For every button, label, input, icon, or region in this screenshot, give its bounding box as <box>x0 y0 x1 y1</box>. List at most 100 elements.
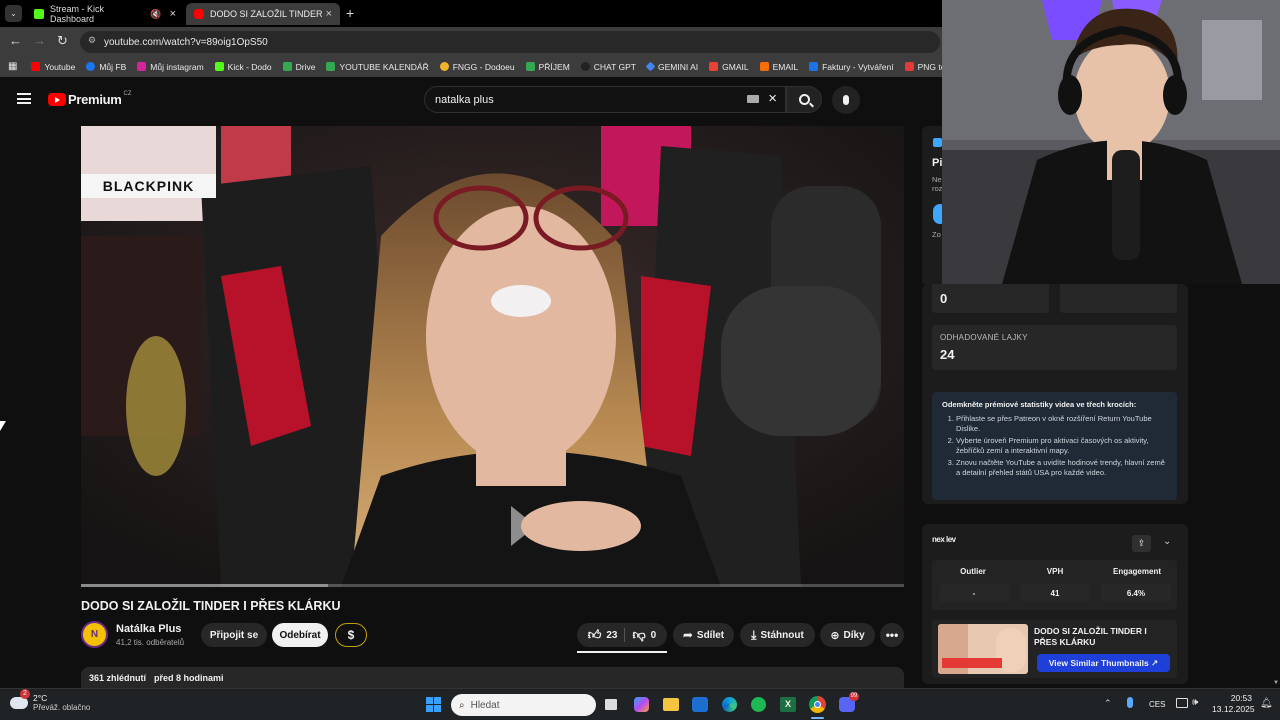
video-player[interactable]: BLACKPINK <box>81 126 904 587</box>
metric-header-engagement: Engagement <box>1112 567 1161 576</box>
metric-header-vph: VPH <box>1046 567 1064 576</box>
bookmark-kick[interactable]: Kick - Dodo <box>214 62 272 72</box>
thumbs-down-icon: 👎︎ <box>632 627 646 642</box>
tray-mic-icon[interactable] <box>1127 697 1133 708</box>
address-input[interactable]: ⚙ youtube.com/watch?v=89oig1OpS50 <box>80 31 940 53</box>
apps-icon[interactable]: ▦ <box>8 61 17 72</box>
gmail-icon <box>709 62 719 71</box>
subscribe-button[interactable]: Odebírat <box>272 623 328 647</box>
description-box[interactable]: 361 zhlédnutí před 8 hodinami <box>81 667 904 688</box>
channel-name[interactable]: Natálka Plus <box>116 623 181 635</box>
windows-start-icon[interactable] <box>426 697 441 712</box>
thanks-button[interactable]: ⊕ Díky <box>820 623 875 647</box>
partial-blue-button[interactable] <box>933 204 942 224</box>
weather-badge: 2 <box>20 689 30 699</box>
bookmark-fngg[interactable]: FNGG - Dodoeu <box>439 61 515 72</box>
collapse-chevron-icon[interactable]: ⌄ <box>1163 536 1171 547</box>
like-count: 23 <box>606 629 618 641</box>
likes-estimate-value: 24 <box>940 347 955 362</box>
volume-icon[interactable]: 🕪︎ <box>1192 697 1198 708</box>
page-scrollbar[interactable]: ▼ <box>1272 284 1280 688</box>
email-icon <box>759 62 769 71</box>
partial-line-1: Ne <box>932 175 942 184</box>
bookmark-label: FNGG - Dodoeu <box>452 61 515 72</box>
notification-bell-icon[interactable]: 🔔︎ <box>1260 698 1273 709</box>
close-icon[interactable]: × <box>326 8 332 20</box>
dislike-button[interactable]: 👎︎ 0 <box>632 627 656 643</box>
mute-icon[interactable]: 🔇 <box>150 9 161 20</box>
file-explorer-icon[interactable] <box>663 698 679 711</box>
search-input[interactable]: natalka plus × <box>424 86 786 113</box>
bookmark-label: Můj instagram <box>150 61 204 72</box>
menu-icon[interactable] <box>17 93 31 104</box>
taskbar-search-placeholder: Hledat <box>470 699 500 711</box>
youtube-logo[interactable]: Premium CZ <box>48 91 132 107</box>
close-icon[interactable]: × <box>170 8 176 20</box>
bookmark-fb[interactable]: Můj FB <box>86 62 126 72</box>
tab-search-button[interactable]: ⌄ <box>5 5 22 22</box>
gemini-icon <box>645 61 656 72</box>
bookmark-label: PŘÍJEM <box>538 61 570 72</box>
mouse-cursor <box>0 421 6 431</box>
search-button[interactable] <box>786 86 822 113</box>
scroll-down-arrow[interactable]: ▼ <box>1273 680 1279 686</box>
like-ratio-bar <box>577 651 667 653</box>
dollar-icon: $ <box>347 628 355 642</box>
video-thumbnail[interactable] <box>938 624 1028 674</box>
progress-bar[interactable] <box>81 584 904 587</box>
back-icon[interactable]: ← <box>9 33 22 48</box>
site-info-icon[interactable]: ⚙ <box>88 35 96 46</box>
new-tab-button[interactable]: + <box>346 5 354 21</box>
bookmark-drive[interactable]: Drive <box>282 61 316 72</box>
bookmark-faktury[interactable]: Faktury - Vytváření <box>809 62 894 72</box>
bookmark-label: Drive <box>295 61 316 72</box>
share-button[interactable]: ➦ Sdílet <box>673 623 734 647</box>
bookmark-gemini[interactable]: GEMINI AI <box>645 61 698 72</box>
tab-youtube-video[interactable]: DODO SI ZALOŽIL TINDER I PŘE × <box>186 3 340 25</box>
network-icon[interactable] <box>1176 698 1188 708</box>
copilot-icon[interactable] <box>634 697 649 712</box>
weather-widget[interactable]: 2 2°C Převáž. oblačno <box>10 689 90 713</box>
bookmark-gmail[interactable]: GMAIL <box>709 62 749 72</box>
clock[interactable]: 20:53 13.12.2025 <box>1212 693 1255 715</box>
bookmark-email[interactable]: EMAIL <box>759 62 798 72</box>
bookmark-prijem[interactable]: PŘÍJEM <box>525 61 570 72</box>
task-view-icon[interactable] <box>605 699 617 710</box>
download-button[interactable]: ⤓ Stáhnout <box>740 623 815 647</box>
tab-kick-dashboard[interactable]: Stream - Kick Dashboard 🔇 × <box>26 3 184 25</box>
youtube-icon <box>31 62 41 71</box>
reload-icon[interactable]: ↻ <box>57 33 68 49</box>
chrome-icon[interactable] <box>809 696 826 713</box>
premium-step-3: Znovu načtěte YouTube a uvidíte hodinové… <box>956 458 1167 478</box>
voice-search-button[interactable] <box>832 86 860 114</box>
bookmark-youtube[interactable]: Youtube <box>31 62 75 72</box>
outlook-icon[interactable] <box>692 697 708 712</box>
forward-icon[interactable]: → <box>33 33 46 48</box>
drive-icon <box>282 62 292 71</box>
bookmark-png[interactable]: PNG to <box>904 62 945 72</box>
premium-step-2: Vyberte úroveň Premium pro aktivaci časo… <box>956 436 1167 456</box>
excel-icon[interactable]: X <box>780 697 796 712</box>
like-button[interactable]: 👍︎ 23 <box>588 627 618 643</box>
clock-time: 20:53 <box>1230 693 1252 703</box>
clear-search-icon[interactable]: × <box>768 90 777 107</box>
download-icon: ⤓ <box>751 627 757 642</box>
metric-value-vph: 41 <box>1020 584 1090 602</box>
bookmark-instagram[interactable]: Můj instagram <box>137 61 204 72</box>
join-button[interactable]: Připojit se <box>201 623 267 647</box>
spotify-icon[interactable] <box>751 697 766 712</box>
view-similar-thumbnails-button[interactable]: View Similar Thumbnails ↗ <box>1037 654 1170 672</box>
bookmark-chatgpt[interactable]: CHAT GPT <box>580 62 636 72</box>
chrome-active-indicator <box>811 717 824 719</box>
tray-overflow-chevron-icon[interactable]: ⌃ <box>1104 698 1112 709</box>
edge-icon[interactable] <box>722 697 737 712</box>
export-button[interactable]: ⇪ <box>1132 535 1151 552</box>
channel-avatar[interactable]: N <box>81 621 108 648</box>
input-language[interactable]: CES <box>1149 700 1165 709</box>
keyboard-icon[interactable] <box>747 95 759 103</box>
taskbar-search-input[interactable]: ⌕ Hledat <box>451 694 596 716</box>
more-actions-button[interactable]: ••• <box>880 623 904 647</box>
bookmark-label: YOUTUBE KALENDÁŘ <box>339 61 429 72</box>
bookmark-yt-calendar[interactable]: YOUTUBE KALENDÁŘ <box>326 61 429 72</box>
super-thanks-dollar-button[interactable]: $ <box>335 623 367 647</box>
